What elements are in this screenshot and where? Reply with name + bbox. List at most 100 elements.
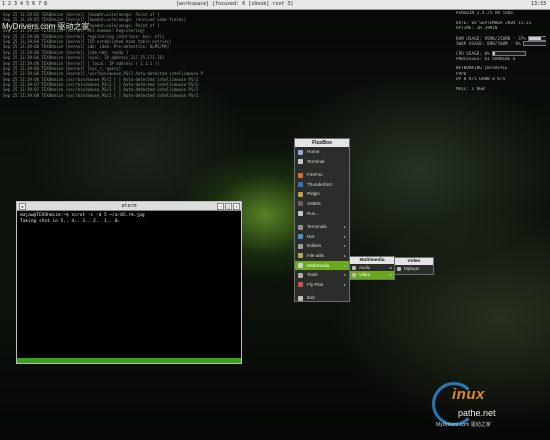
file-utils-icon — [298, 253, 303, 259]
menu-item-label: Exit — [307, 295, 315, 301]
menu-item-label: Tools — [307, 272, 318, 278]
video-icon — [352, 272, 356, 277]
menu-item-video[interactable]: Video ▸ — [350, 271, 394, 279]
minimize-icon[interactable]: – — [217, 203, 224, 210]
menu-item-exit[interactable]: Exit — [295, 293, 349, 303]
sysinfo-text: DATE: ED SEPTEMBER 2004 13:33 — [456, 20, 532, 26]
submenu-title: Multimedia — [350, 257, 394, 264]
close-icon[interactable]: × — [233, 203, 240, 210]
terminal-output[interactable]: majaw@TEXOhmize:~$ scrot -c -d 5 ~/a-05.… — [20, 213, 238, 225]
video-submenu[interactable]: Video Mplayer — [394, 257, 434, 275]
submenu-arrow-icon: ▸ — [343, 243, 346, 249]
terminal-window[interactable]: ▪ aterm – □ × majaw@TEXOhmize:~$ scrot -… — [16, 201, 242, 364]
usage-bar — [491, 50, 526, 56]
sysinfo-text: UP 0 K/S DOWN 0 K/S — [456, 77, 506, 83]
watermark-top: MyDrivers.com 驱动之家 — [2, 22, 90, 31]
sysinfo-text: PENGUIN 2.4.25 ON i686 — [456, 11, 513, 16]
tools-icon — [298, 272, 303, 278]
logo-text: inux — [452, 386, 485, 403]
submenu-arrow-icon: ▸ — [343, 281, 346, 287]
menu-item-editors[interactable]: Editors ▸ — [295, 241, 349, 251]
firefox-icon — [298, 172, 303, 178]
fluxbox-root-menu[interactable]: FluxBox Home Terminal FireFox Thunderbird Pi… — [294, 138, 350, 302]
sysinfo-text: PPP0 — [456, 71, 467, 77]
submenu-items: Audio ▸ Video ▸ — [350, 264, 394, 279]
menu-item-label: Video — [359, 272, 371, 278]
pidgin-icon — [298, 191, 303, 197]
maximize-icon[interactable]: □ — [225, 203, 232, 210]
submenu-arrow-icon: ▸ — [343, 224, 346, 230]
net-icon — [298, 234, 303, 240]
exit-icon — [298, 295, 303, 301]
editors-icon — [298, 243, 303, 249]
menu-item-fly-plus[interactable]: Fly Plus ▸ — [295, 280, 349, 290]
menu-item-label: Multimedia — [307, 262, 330, 268]
submenu-arrow-icon: ▸ — [389, 265, 392, 270]
submenu-items: Mplayer — [395, 265, 433, 272]
menu-item-xmms[interactable]: XMMS — [295, 199, 349, 209]
sysinfo-text: PROCESSES: 81 RUNNING 0 — [456, 56, 516, 62]
multimedia-submenu[interactable]: Multimedia Audio ▸ Video ▸ — [349, 256, 395, 280]
fly-plus-icon — [298, 282, 303, 288]
clock: 13:33 — [530, 1, 546, 7]
menu-item-label: XMMS — [307, 200, 321, 206]
submenu-title: Video — [395, 258, 433, 265]
home-icon — [298, 149, 303, 155]
log-line: Sep 25 11:39:08 TEXOhmize /usr/bin/mouse… — [3, 92, 199, 98]
usage-bar — [527, 35, 546, 41]
submenu-arrow-icon: ▸ — [343, 233, 346, 239]
menu-item-multimedia[interactable]: Multimedia ▸ — [295, 260, 349, 271]
menu-item-file-utils[interactable]: File utils ▸ — [295, 251, 349, 261]
sysinfo-text: SWAP USAGE: 6MB/500M - 0% — [456, 42, 521, 47]
menu-item-label: Thunderbird — [307, 181, 332, 187]
terminal-icon — [298, 159, 303, 165]
submenu-arrow-icon: ▸ — [343, 262, 346, 268]
log-line: Sep 25 11:39:06 TEXOhmize [kernel] /usr/… — [3, 71, 203, 77]
multimedia-icon — [298, 263, 303, 269]
menu-item-tools[interactable]: Tools ▸ — [295, 270, 349, 280]
audio-icon — [352, 265, 356, 270]
menu-item-label: Fly Plus — [307, 281, 324, 287]
workspace-indicators[interactable]: 1 2 3 4 5 6 7 8 — [2, 1, 47, 7]
menu-items: Home Terminal FireFox Thunderbird Pidgin XMMS… — [295, 147, 349, 303]
terminal-titlebar[interactable]: ▪ aterm – □ × — [17, 202, 241, 211]
mplayer-icon — [397, 266, 401, 271]
menu-item-firefox[interactable]: FireFox — [295, 170, 349, 180]
menu-item-net[interactable]: Net ▸ — [295, 232, 349, 242]
thunderbird-icon — [298, 182, 303, 188]
usage-bar — [522, 41, 546, 47]
system-monitor: PENGUIN 2.4.25 ON i686 DATE: ED SEPTEMBER… — [456, 11, 546, 93]
menu-item-home[interactable]: Home — [295, 147, 349, 157]
menu-item-label: Pidgin — [307, 191, 320, 197]
menu-item-label: Terminal — [307, 158, 325, 164]
xmms-icon — [298, 201, 303, 207]
menu-item-label: File utils — [307, 252, 324, 258]
watermark-bottom: pathe.net — [458, 408, 496, 418]
sysinfo-text: MAIL: 1 NEW — [456, 86, 485, 92]
submenu-arrow-icon: ▸ — [343, 252, 346, 258]
menu-item-audio[interactable]: Audio ▸ — [350, 264, 394, 271]
menu-item-thunderbird[interactable]: Thunderbird — [295, 180, 349, 190]
terminals-icon — [298, 224, 303, 230]
menu-item-label: Audio — [359, 265, 371, 270]
run-icon — [298, 211, 303, 217]
menu-item-label: Home — [307, 149, 320, 154]
top-panel: 1 2 3 4 5 6 7 8 [workspace] [focused: 6 … — [0, 0, 550, 10]
menu-item-mplayer[interactable]: Mplayer — [395, 265, 433, 272]
menu-item-label: Editors — [307, 243, 322, 249]
menu-item-pidgin[interactable]: Pidgin — [295, 189, 349, 199]
menu-item-label: Run... — [307, 210, 320, 216]
menu-item-label: Mplayer — [404, 266, 420, 271]
submenu-arrow-icon: ▸ — [389, 272, 392, 278]
sysinfo-line: MAIL: 1 NEW — [456, 87, 546, 93]
terminal-title: aterm — [121, 203, 137, 209]
menu-item-terminal[interactable]: Terminal — [295, 157, 349, 167]
usage-bar-fill — [528, 36, 541, 40]
window-title-bar: [workspace] [focused: 6 [sbook] rxvt 3] — [176, 1, 294, 7]
sysinfo-text: NETWORKING INTERFACE — [456, 66, 508, 72]
menu-item-label: FireFox — [307, 172, 323, 178]
menu-item-terminals[interactable]: Terminals ▸ — [295, 222, 349, 232]
sysinfo-line: SWAP USAGE: 6MB/500M - 0% — [456, 41, 546, 47]
sysinfo-text: UPTIME: 3H 29MIN — [456, 26, 498, 32]
menu-item-run[interactable]: Run... — [295, 209, 349, 219]
